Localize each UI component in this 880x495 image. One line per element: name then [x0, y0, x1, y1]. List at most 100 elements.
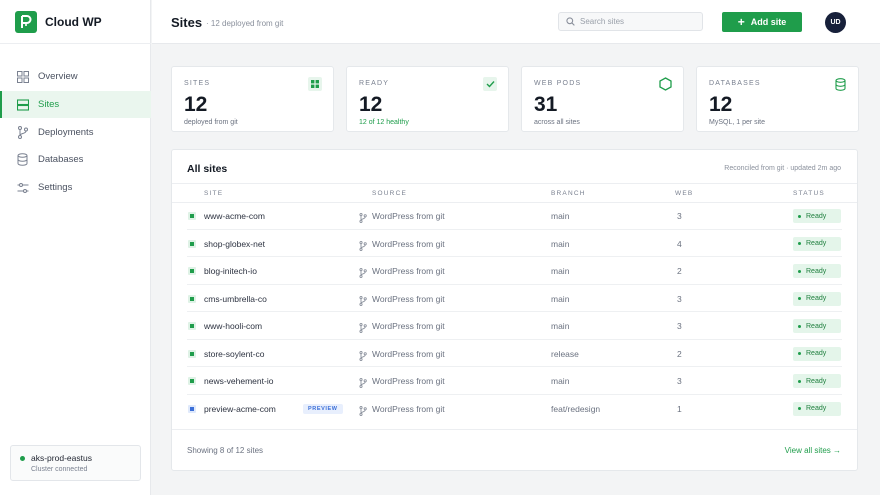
- sidebar-item-deployments[interactable]: Deployments: [0, 118, 151, 146]
- table-row[interactable]: blog-initech-io WordPress from git main 2 Re…: [172, 257, 857, 285]
- site-branch: main: [551, 238, 570, 249]
- stat-card-ready: READY 12 12 of 12 healthy: [346, 66, 509, 132]
- site-name[interactable]: cms-umbrella-co: [204, 294, 267, 304]
- site-source: WordPress from git: [372, 321, 445, 331]
- top-header: Sites · 12 deployed from git + Add site …: [152, 0, 880, 44]
- site-source: WordPress from git: [372, 376, 445, 386]
- status-label: Ready: [806, 295, 827, 302]
- site-web-pods: 2: [677, 266, 682, 276]
- avatar[interactable]: UD: [825, 12, 846, 33]
- stat-card-web-pods: WEB PODS 31 across all sites: [521, 66, 684, 132]
- status-dot-icon: [798, 297, 801, 300]
- sidebar-item-label: Deployments: [38, 126, 94, 138]
- table-row[interactable]: news-vehement-io WordPress from git main 3 R…: [172, 367, 857, 395]
- sites-table: All sites Reconciled from git · updated …: [171, 149, 858, 471]
- site-web-pods: 3: [677, 293, 682, 304]
- column-header-web[interactable]: WEB: [675, 190, 693, 197]
- sidebar-item-settings[interactable]: Settings: [0, 174, 151, 202]
- table-row[interactable]: shop-globex-net WordPress from git main 4 Re…: [172, 230, 857, 257]
- database-icon: [16, 153, 29, 167]
- site-source: WordPress from git: [372, 403, 445, 414]
- sidebar-item-label: Sites: [38, 99, 60, 111]
- sidebar-item-label: Databases: [38, 154, 84, 166]
- column-header-source[interactable]: SOURCE: [372, 190, 407, 197]
- table-row[interactable]: preview-acme-com PREVIEW WordPress from gi…: [172, 395, 857, 423]
- stat-label: READY: [359, 80, 390, 87]
- site-branch: main: [551, 293, 570, 304]
- column-header-status[interactable]: STATUS: [793, 190, 825, 197]
- table-row[interactable]: store-soylent-co WordPress from git releas…: [172, 340, 857, 367]
- search-input[interactable]: [580, 17, 700, 26]
- table-row[interactable]: www-hooli-com WordPress from git main 3 Read…: [172, 312, 857, 340]
- sidebar: Cloud WP Overview Sites Deployments Data…: [0, 0, 151, 495]
- site-web-pods: 3: [677, 321, 682, 331]
- status-dot-icon: [798, 407, 801, 410]
- status-badge: Ready: [793, 236, 841, 251]
- sidebar-item-overview[interactable]: Overview: [0, 63, 151, 91]
- column-header-site[interactable]: SITE: [204, 190, 223, 197]
- git-branch-icon: [359, 375, 367, 393]
- sidebar-item-sites[interactable]: Sites: [0, 90, 151, 119]
- sidebar-item-label: Settings: [38, 182, 73, 194]
- site-web-pods: 3: [677, 376, 682, 386]
- stat-card-sites: SITES 12 deployed from git: [171, 66, 334, 132]
- grid-icon: [16, 70, 29, 83]
- site-branch: release: [551, 348, 579, 359]
- site-name[interactable]: store-soylent-co: [204, 349, 264, 359]
- status-badge: Ready: [793, 319, 841, 333]
- status-dot-icon: [798, 269, 801, 273]
- site-branch: main: [551, 321, 570, 331]
- sidebar-item-databases[interactable]: Databases: [0, 146, 151, 174]
- stat-sub: deployed from git: [184, 119, 238, 126]
- status-badge: Ready: [793, 209, 841, 223]
- add-site-label: Add site: [750, 17, 787, 27]
- site-type-icon: [188, 404, 196, 413]
- site-source: WordPress from git: [372, 348, 445, 359]
- cluster-name-row: aks-prod-eastus: [20, 453, 140, 463]
- stat-card-databases: DATABASES 12 MySQL, 1 per site: [696, 66, 859, 132]
- site-source: WordPress from git: [372, 211, 445, 221]
- column-header-branch[interactable]: BRANCH: [551, 190, 586, 197]
- cluster-status[interactable]: aks-prod-eastus Cluster connected: [10, 445, 141, 481]
- git-branch-icon: [359, 293, 367, 311]
- site-branch: main: [551, 211, 570, 221]
- brand[interactable]: Cloud WP: [15, 11, 102, 33]
- git-branch-icon: [359, 265, 367, 283]
- table-row[interactable]: cms-umbrella-co WordPress from git main 3 Re…: [172, 285, 857, 312]
- site-source: WordPress from git: [372, 266, 445, 276]
- status-label: Ready: [806, 405, 827, 412]
- table-count: Showing 8 of 12 sites: [187, 446, 264, 455]
- git-branch-icon: [359, 403, 367, 421]
- status-label: Ready: [806, 267, 827, 275]
- git-branch-icon: [359, 238, 367, 256]
- site-name[interactable]: www-hooli-com: [204, 321, 262, 331]
- stat-label: WEB PODS: [534, 80, 582, 87]
- preview-badge: PREVIEW: [303, 403, 343, 414]
- site-web-pods: 1: [677, 403, 682, 414]
- site-name[interactable]: news-vehement-io: [204, 376, 273, 386]
- cluster-name: aks-prod-eastus: [31, 453, 92, 463]
- site-name[interactable]: blog-initech-io: [204, 266, 257, 276]
- sidebar-nav: Overview Sites Deployments Databases Set…: [0, 63, 151, 201]
- view-all-link[interactable]: View all sites →: [785, 446, 841, 455]
- site-source: WordPress from git: [372, 293, 445, 304]
- site-name[interactable]: preview-acme-com: [204, 404, 276, 414]
- table-row[interactable]: www-acme-com WordPress from git main 3 Ready: [172, 202, 857, 230]
- stat-label: DATABASES: [709, 80, 761, 87]
- page-subtitle: · 12 deployed from git: [206, 19, 284, 28]
- git-branch-icon: [359, 210, 367, 228]
- site-type-icon: [188, 377, 196, 385]
- site-type-icon: [188, 239, 196, 248]
- search-box[interactable]: [558, 12, 703, 31]
- stat-sub: across all sites: [534, 119, 580, 126]
- cluster-connection: Cluster connected: [31, 466, 88, 473]
- status-badge: Ready: [793, 374, 841, 388]
- site-name[interactable]: www-acme-com: [204, 211, 265, 221]
- add-site-button[interactable]: + Add site: [722, 12, 802, 32]
- status-label: Ready: [806, 240, 827, 247]
- status-dot-icon: [798, 242, 801, 245]
- site-name[interactable]: shop-globex-net: [204, 239, 265, 249]
- page-title: Sites: [171, 15, 203, 30]
- check-icon: [483, 77, 497, 91]
- database-icon: [833, 77, 847, 91]
